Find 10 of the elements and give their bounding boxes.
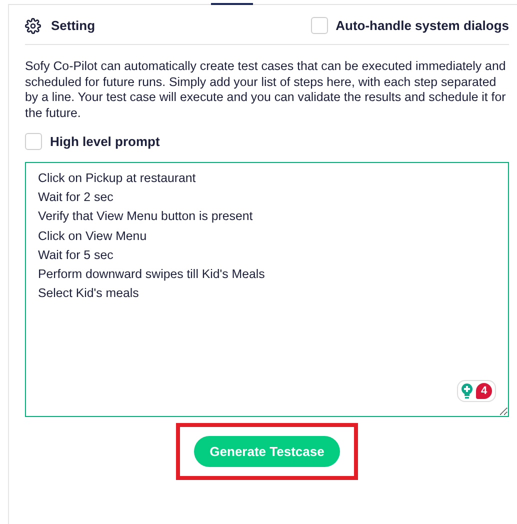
lightbulb-icon <box>461 383 473 399</box>
settings-icon[interactable] <box>25 18 41 34</box>
count-badge: 4 <box>476 383 492 399</box>
checkbox[interactable] <box>310 17 328 34</box>
checkbox-label: Auto-handle system dialogs <box>336 18 509 33</box>
description-text: Sofy Co-Pilot can automatically create test cases that can be executed immediately and scheduled for future runs. Simply add your list of steps here, with each step separated by a line. Your test case will execute and you can validate the results and schedule it for the future. <box>25 59 507 121</box>
section-title: Setting <box>51 18 96 33</box>
checkbox[interactable] <box>25 133 42 150</box>
assistant-badge[interactable]: 4 <box>457 380 496 402</box>
checkbox-label: High level prompt <box>50 134 160 149</box>
